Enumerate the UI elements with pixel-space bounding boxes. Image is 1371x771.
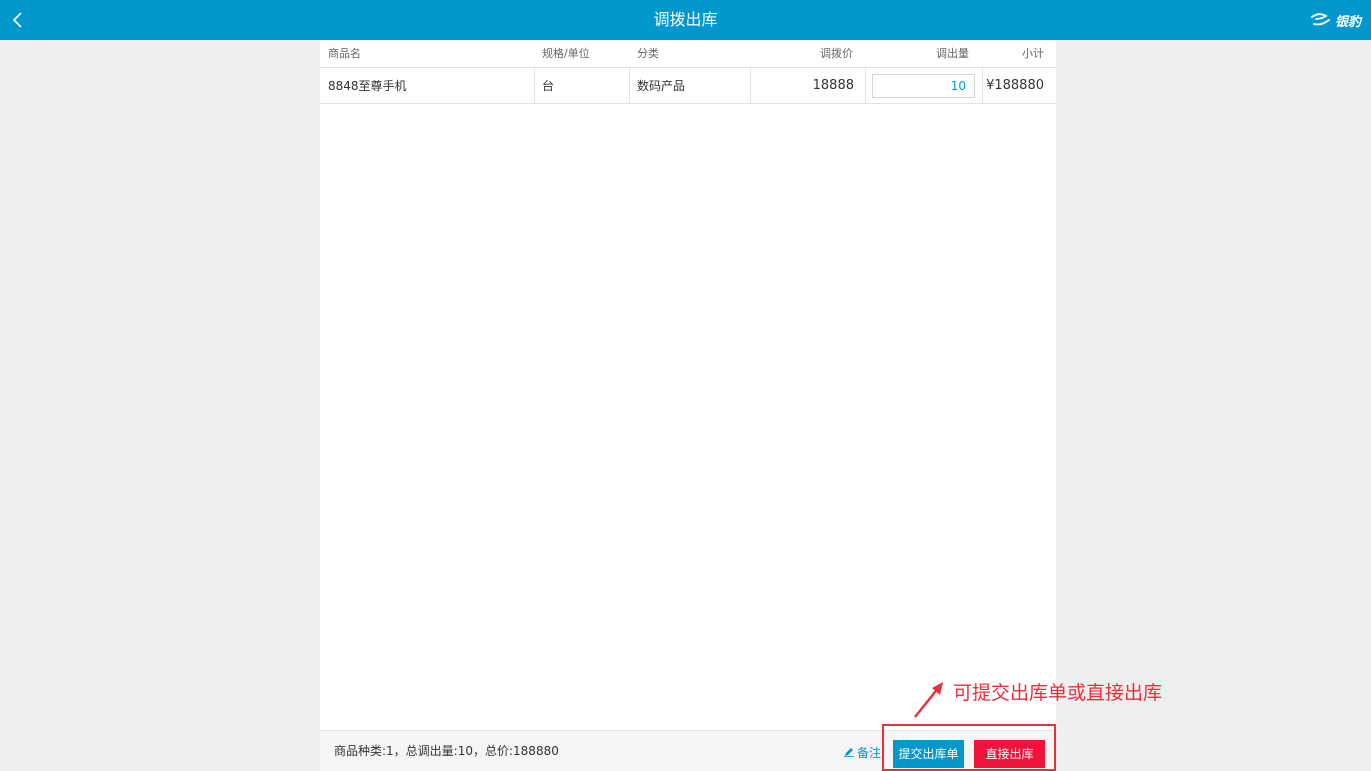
- cell-product-name: 8848至尊手机: [328, 79, 407, 93]
- note-button[interactable]: 备注: [844, 743, 881, 761]
- column-header-name: 商品名: [328, 47, 361, 60]
- table-row[interactable]: 8848至尊手机 台 数码产品 18888 10 ¥188880: [320, 68, 1056, 104]
- annotation-arrow-icon: [914, 682, 943, 718]
- quantity-input[interactable]: 10: [872, 74, 975, 98]
- column-header-subtotal: 小计: [1022, 47, 1044, 60]
- yinbao-logo-icon: [1311, 13, 1330, 26]
- column-header-category: 分类: [637, 47, 659, 60]
- column-divider: [750, 68, 751, 104]
- note-label: 备注: [857, 745, 882, 760]
- pencil-icon: [844, 748, 854, 757]
- cell-subtotal: ¥188880: [986, 78, 1044, 93]
- column-divider: [534, 68, 535, 104]
- column-header-quantity: 调出量: [936, 47, 969, 60]
- column-divider: [982, 68, 983, 104]
- brand-logo: 银豹: [1310, 10, 1361, 30]
- page-title: 调拨出库: [653, 10, 718, 29]
- column-divider: [629, 68, 630, 104]
- annotation-highlight-box: [882, 724, 1056, 771]
- column-header-spec: 规格/单位: [542, 47, 590, 60]
- column-divider: [865, 68, 866, 104]
- column-header-price: 调拨价: [820, 47, 853, 60]
- logo-text: 银豹: [1334, 14, 1361, 30]
- top-bar: 调拨出库 银豹: [0, 0, 1371, 40]
- annotation-text: 可提交出库单或直接出库: [953, 682, 1163, 704]
- cell-category: 数码产品: [637, 79, 686, 93]
- table-header: 商品名 规格/单位 分类 调拨价 调出量 小计: [320, 40, 1056, 68]
- cell-price: 18888: [812, 78, 854, 93]
- cell-spec: 台: [542, 79, 555, 93]
- transfer-panel: 商品名 规格/单位 分类 调拨价 调出量 小计 8848至尊手机 台 数码产品 …: [320, 40, 1056, 771]
- order-summary: 商品种类:1，总调出量:10，总价:188880: [334, 744, 559, 758]
